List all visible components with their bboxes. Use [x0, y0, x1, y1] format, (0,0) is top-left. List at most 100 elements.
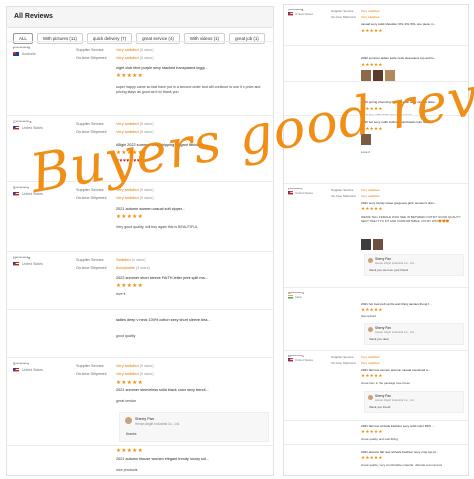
review-text: Great quality and well-fitting: [361, 437, 399, 441]
review-item: ladies deep v neck 100% cotton sexy shor…: [7, 309, 273, 358]
review-text: Great item in the package love these: [361, 381, 410, 385]
review-item: S*********r United States Supplier Servi…: [7, 181, 273, 252]
review-photo[interactable]: [373, 239, 383, 250]
product-title[interactable]: 2021 fall new women autumn casual oversi…: [361, 368, 467, 372]
service-count: (4 stars): [131, 258, 146, 262]
product-title[interactable]: 2021 fall new arrivals Fashion sexy soli…: [361, 424, 467, 428]
product-title[interactable]: ABgirl 2022 summer drop shipping elegant…: [116, 143, 207, 147]
shipment-value: Very satisfied: [361, 15, 380, 19]
shipment-label: On-time Shipment: [76, 372, 107, 376]
review-item: H*********a United States Supplier Servi…: [7, 251, 273, 310]
shipment-count: (5 stars): [139, 56, 154, 60]
review-item: 2021 autumn fall new arrivals Fashion se…: [284, 444, 468, 475]
review-item: M**********a United States Supplier Serv…: [284, 350, 468, 421]
product-title[interactable]: night club blue purple sexy stacked tran…: [116, 66, 208, 70]
rating-stars: ★★★★★: [116, 150, 144, 156]
reviewer-country: United States: [295, 358, 314, 362]
product-title[interactable]: ladies deep v neck 100% cotton sexy shor…: [116, 318, 211, 322]
review-photo[interactable]: [361, 134, 371, 145]
seller-company: Henan Abgirl Industrial Co., Ltd.: [375, 261, 415, 265]
seller-name: Sherry Pan: [135, 417, 154, 421]
service-value: Very satisfied: [361, 9, 380, 13]
rating-stars: ★★★★★: [361, 429, 383, 434]
reviewer-country: United States: [22, 262, 44, 266]
review-hearts: ♥♥♥♥♥♥♥: [116, 158, 141, 164]
rating-stars: ★★★★★: [361, 106, 383, 111]
shipment-label: On-time Shipment: [76, 56, 107, 60]
reviewer-name: S*********r: [13, 186, 30, 190]
service-label: Supplier Service: [76, 364, 104, 368]
rating-stars: ★★★★★: [361, 455, 383, 460]
rating-stars: ★★★★★: [116, 214, 144, 220]
review-text: Love it: [361, 150, 370, 154]
seller-company: Henan Abgirl Industrial Co., Ltd.: [375, 398, 415, 402]
seller-reply: thanks: [126, 432, 137, 436]
flag-united-states-icon: [13, 192, 19, 196]
review-text: Very good quality, will buy again this i…: [116, 225, 198, 229]
review-text: super happy came so fast have put in a s…: [116, 85, 261, 94]
avatar: [368, 395, 373, 400]
review-text: nice products: [116, 468, 138, 472]
service-value: Satisfied: [116, 258, 131, 262]
product-title[interactable]: 2022 hot sexy outfit clothing solid blac…: [361, 120, 467, 124]
product-title[interactable]: casual sexy solid shoulder 3XL 4XL 5XL o…: [361, 22, 467, 26]
shipment-label: On-time Shipment: [76, 266, 107, 270]
review-photo[interactable]: [361, 239, 371, 250]
shipment-value: Very satisfied: [116, 196, 139, 200]
reviewer-name: S*********r: [13, 362, 30, 366]
flag-united-states-icon: [13, 262, 19, 266]
review-text: Great quality, very comfortable material…: [361, 463, 442, 467]
shipment-value: Very satisfied: [116, 56, 139, 60]
product-title[interactable]: 2021 sexy trendy street gorgeous girls' …: [361, 201, 467, 205]
product-title[interactable]: 2021 summer sleeveless solid black color…: [116, 388, 209, 392]
rating-stars: ★★★★★: [361, 307, 383, 312]
product-title[interactable]: 2022 summer short sleeve FAITH letter pr…: [116, 276, 208, 280]
service-value: Very satisfied: [116, 188, 139, 192]
service-value: Very satisfied: [116, 48, 139, 52]
service-label: Supplier Service: [331, 9, 354, 13]
review-item: T**********r United States Supplier Serv…: [284, 183, 468, 280]
flag-united-states-icon: [288, 358, 293, 362]
rating-stars: ★★★★★: [116, 283, 144, 289]
product-title[interactable]: 2022 summer ladies turtle neck sleeveles…: [361, 56, 467, 60]
review-photo[interactable]: [361, 70, 371, 81]
product-title[interactable]: 2021 hot look pull up fits and thing pan…: [361, 302, 467, 306]
service-count: (5 stars): [139, 364, 154, 368]
flag-united-states-icon: [288, 12, 293, 16]
review-photo[interactable]: [385, 70, 395, 81]
rating-stars: ★★★★★: [361, 373, 383, 378]
shipment-value: Very satisfied: [116, 130, 139, 134]
flag-united-states-icon: [13, 126, 19, 130]
rating-stars: ★★★★★: [361, 126, 383, 131]
reviews-header: All Reviews: [7, 7, 273, 28]
flag-united-states-icon: [288, 191, 293, 195]
review-item: 2022 hot sexy outfit clothing solid blac…: [284, 115, 468, 162]
review-item: 2021 fall new arrivals Fashion sexy soli…: [284, 420, 468, 445]
review-item: ★★★★★ 2021 autumn blouse women elegant t…: [7, 445, 273, 475]
reviewer-name: C**********s: [13, 120, 32, 124]
shipment-label: On-time Shipment: [331, 361, 356, 365]
review-item: 2022 spring charming hot pinkwear sexy c…: [284, 81, 468, 117]
flag-india-icon: [288, 295, 293, 299]
rating-stars: ★★★★★: [116, 380, 144, 386]
product-title[interactable]: 2022 spring charming hot pinkwear sexy c…: [361, 100, 467, 104]
flag-united-states-icon: [13, 368, 19, 372]
rating-stars: ★★★★★: [361, 206, 383, 211]
product-title[interactable]: 2021 autumn blouse women elegant trendy …: [116, 457, 209, 461]
service-label: Supplier Service: [76, 188, 104, 192]
service-label: Supplier Service: [76, 122, 104, 126]
seller-reply-box: Sherry Pan Henan Abgirl Industrial Co., …: [119, 412, 269, 442]
seller-reply: thank you dear: [369, 337, 389, 341]
shipment-label: On-time Shipment: [331, 194, 356, 198]
product-title[interactable]: 2021 autumn fall new arrivals Fashion se…: [361, 450, 467, 454]
service-value: Very satisfied: [361, 188, 380, 192]
flag-australia-icon: [13, 52, 19, 56]
shipment-count: (3 stars): [135, 266, 150, 270]
reviewer-country: United States: [295, 191, 314, 195]
shipment-count: (5 stars): [139, 130, 154, 134]
avatar: [368, 327, 373, 332]
product-title[interactable]: 2021 autumn women casual soft zipper...: [116, 207, 185, 211]
service-count: (5 stars): [139, 188, 154, 192]
review-photo[interactable]: [373, 70, 383, 81]
seller-company: Henan Abgirl Industrial Co., Ltd.: [135, 422, 181, 426]
